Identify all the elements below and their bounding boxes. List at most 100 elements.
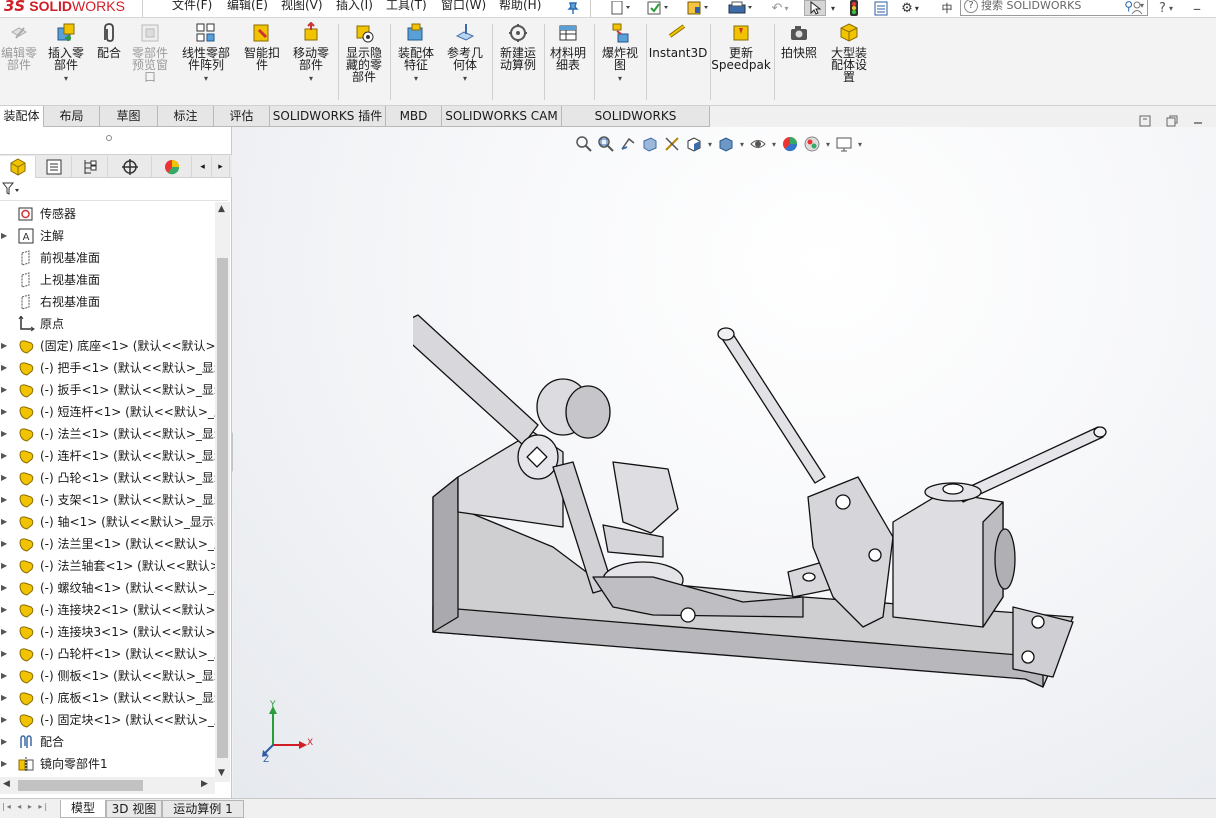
expand-arrow-icon[interactable]: ▶ <box>1 709 7 731</box>
show-hidden-components-button[interactable]: 显示隐 藏的零 部件 <box>342 22 386 83</box>
zoom-to-fit-icon[interactable] <box>573 133 595 155</box>
tree-item-component[interactable]: ▶ (-) 螺纹轴<1> (默认<<默认>_显 <box>0 577 215 599</box>
scroll-down-icon[interactable]: ▼ <box>218 768 225 778</box>
tree-item-component[interactable]: ▶ (-) 侧板<1> (默认<<默认>_显示 <box>0 665 215 687</box>
scrollbar-thumb[interactable] <box>217 258 228 758</box>
menu-file[interactable]: 文件(F) <box>172 0 212 13</box>
graphics-area[interactable]: ▾ ▾ ▾ ▾ ▾ Y X Z <box>233 115 1216 798</box>
component-preview-window-button[interactable]: 零部件 预览窗 口 <box>128 22 172 83</box>
expand-arrow-icon[interactable]: ▶ <box>1 621 7 643</box>
displaymanager-tab[interactable] <box>152 156 192 178</box>
tab-navigation-arrows[interactable]: |◂ ◂ ▸ ▸| <box>2 802 49 811</box>
dropdown-arrow-icon[interactable]: ▾ <box>414 73 418 85</box>
menu-tools[interactable]: 工具(T) <box>386 0 427 13</box>
expand-arrow-icon[interactable]: ▶ <box>1 577 7 599</box>
options-gear-icon[interactable]: ⚙ ▾ <box>896 0 924 16</box>
search-input[interactable]: ? 搜索 SOLIDWORKS ⚲ ▾ <box>960 0 1148 16</box>
dropdown-arrow-icon[interactable]: ▾ <box>769 140 779 149</box>
edit-appearance-icon[interactable] <box>779 133 801 155</box>
open-document-icon[interactable] <box>643 0 675 16</box>
large-assembly-settings-button[interactable]: 大型装 配体设 置 <box>826 22 872 83</box>
apply-scene-icon[interactable] <box>801 133 823 155</box>
dropdown-arrow-icon[interactable]: ▾ <box>855 140 865 149</box>
smart-fasteners-button[interactable]: 智能扣 件 <box>240 22 284 71</box>
expand-arrow-icon[interactable]: ▶ <box>1 225 7 247</box>
tab-sketch[interactable]: 草图 <box>100 106 158 127</box>
tab-assembly[interactable]: 装配体 <box>0 106 44 127</box>
mate-button[interactable]: 配合 <box>94 22 124 59</box>
expand-arrow-icon[interactable]: ▶ <box>1 357 7 379</box>
menu-edit[interactable]: 编辑(E) <box>227 0 268 13</box>
print-icon[interactable] <box>724 0 758 16</box>
assembly-model-3d[interactable] <box>413 297 1133 717</box>
tree-item-annotations[interactable]: ▶ A 注解 <box>0 225 215 247</box>
display-style-icon[interactable] <box>715 133 737 155</box>
restore-window-icon[interactable] <box>1165 114 1179 128</box>
save-icon[interactable] <box>684 0 714 16</box>
edit-component-button[interactable]: 编辑零 部件 <box>0 22 38 71</box>
instant3d-button[interactable]: Instant3D <box>649 22 707 59</box>
tree-item-component[interactable]: ▶ (-) 连杆<1> (默认<<默认>_显示 <box>0 445 215 467</box>
tree-item-component[interactable]: ▶ (-) 法兰<1> (默认<<默认>_显示 <box>0 423 215 445</box>
linear-component-pattern-button[interactable]: 线性零部 件阵列 ▾ <box>178 22 234 85</box>
tree-item-front-plane[interactable]: 前视基准面 <box>0 247 215 269</box>
tree-item-component[interactable]: ▶ (-) 凸轮<1> (默认<<默认>_显示 <box>0 467 215 489</box>
expand-arrow-icon[interactable]: ▶ <box>1 687 7 709</box>
tab-markup[interactable]: 标注 <box>158 106 214 127</box>
dimxpertmanager-tab[interactable] <box>108 156 152 178</box>
expand-arrow-icon[interactable]: ▶ <box>1 753 7 775</box>
dropdown-arrow-icon[interactable]: ▾ <box>737 140 747 149</box>
dropdown-arrow-icon[interactable]: ▾ <box>618 73 622 85</box>
update-speedpak-button[interactable]: 更新 Speedpak <box>711 22 771 71</box>
tab-evaluate[interactable]: 评估 <box>214 106 270 127</box>
scrollbar-thumb[interactable] <box>18 780 143 791</box>
dropdown-arrow-icon[interactable]: ▾ <box>64 73 68 85</box>
undo-icon[interactable]: ↶ ▾ <box>765 0 795 16</box>
exploded-view-button[interactable]: 爆炸视 图 ▾ <box>598 22 642 85</box>
tree-item-mirror-component[interactable]: ▶ 镜向零部件1 <box>0 753 215 775</box>
tree-item-component[interactable]: ▶ (-) 连接块2<1> (默认<<默认>_ <box>0 599 215 621</box>
tree-item-component[interactable]: ▶ (-) 凸轮杆<1> (默认<<默认>_显 <box>0 643 215 665</box>
dynamic-annotation-view-icon[interactable] <box>661 133 683 155</box>
assembly-features-button[interactable]: 装配体 特征 ▾ <box>394 22 438 85</box>
tree-item-component[interactable]: ▶ (固定) 底座<1> (默认<<默认>_ <box>0 335 215 357</box>
tab-mbd[interactable]: MBD <box>386 106 442 127</box>
expand-arrow-icon[interactable]: ▶ <box>1 423 7 445</box>
tree-horizontal-scrollbar[interactable]: ◀ ▶ <box>0 777 215 794</box>
reference-geometry-button[interactable]: 参考几 何体 ▾ <box>442 22 488 85</box>
tree-item-top-plane[interactable]: 上视基准面 <box>0 269 215 291</box>
tree-item-component[interactable]: ▶ (-) 法兰轴套<1> (默认<<默认>_ <box>0 555 215 577</box>
tree-item-component[interactable]: ▶ (-) 扳手<1> (默认<<默认>_显示 <box>0 379 215 401</box>
tree-item-component[interactable]: ▶ (-) 短连杆<1> (默认<<默认>_显 <box>0 401 215 423</box>
view-orientation-icon[interactable] <box>683 133 705 155</box>
tab-solidworks-inspection[interactable]: SOLIDWORKS Inspection <box>562 106 710 143</box>
expand-arrow-icon[interactable]: ▶ <box>1 665 7 687</box>
minimize-doc-icon[interactable] <box>1191 114 1205 128</box>
tabs-scroll-right-icon[interactable]: ▸ <box>212 156 230 178</box>
rebuild-traffic-light-icon[interactable] <box>846 0 862 16</box>
expand-arrow-icon[interactable]: ▶ <box>1 555 7 577</box>
expand-arrow-icon[interactable]: ▶ <box>1 335 7 357</box>
configurationmanager-tab[interactable] <box>72 156 108 178</box>
expand-arrow-icon[interactable]: ▶ <box>1 467 7 489</box>
hide-show-items-icon[interactable] <box>747 133 769 155</box>
tab-solidworks-addins[interactable]: SOLIDWORKS 插件 <box>270 106 386 127</box>
tree-item-component[interactable]: ▶ (-) 连接块3<1> (默认<<默认>_ <box>0 621 215 643</box>
dropdown-arrow-icon[interactable]: ▾ <box>463 73 467 85</box>
featuremanager-tab[interactable] <box>0 156 36 178</box>
propertymanager-tab[interactable] <box>36 156 72 178</box>
dropdown-arrow-icon[interactable]: ▾ <box>705 140 715 149</box>
solidworks-logo[interactable]: 3S SOLIDWORKS <box>0 0 143 17</box>
new-document-icon[interactable] <box>606 0 636 16</box>
expand-arrow-icon[interactable]: ▶ <box>1 599 7 621</box>
expand-arrow-icon[interactable]: ▶ <box>1 731 7 753</box>
view-settings-monitor-icon[interactable] <box>833 133 855 155</box>
tree-item-component[interactable]: ▶ (-) 轴<1> (默认<<默认>_显示状 <box>0 511 215 533</box>
expand-arrow-icon[interactable]: ▶ <box>1 533 7 555</box>
select-cursor-icon[interactable] <box>804 0 826 16</box>
tree-item-origin[interactable]: 原点 <box>0 313 215 335</box>
menu-view[interactable]: 视图(V) <box>281 0 323 13</box>
tab-3d-views[interactable]: 3D 视图 <box>106 800 162 818</box>
tree-vertical-scrollbar[interactable]: ▲ ▼ <box>215 202 230 782</box>
pin-icon[interactable] <box>564 0 582 16</box>
